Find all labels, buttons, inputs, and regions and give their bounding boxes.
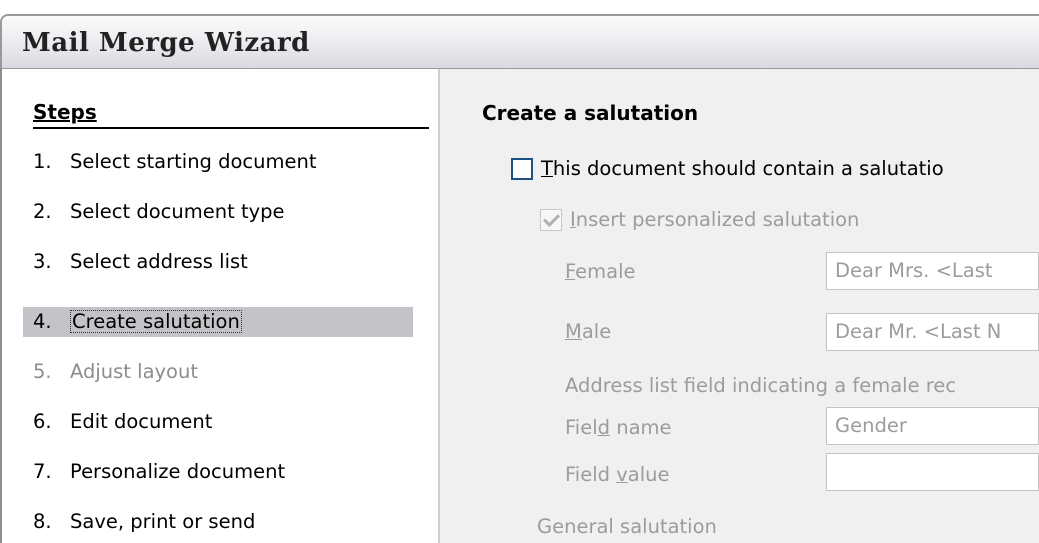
contain-salutation-checkbox[interactable] <box>511 158 533 180</box>
field-name-label: Field name <box>565 416 672 439</box>
step-label: Adjust layout <box>70 360 198 383</box>
step-number: 1. <box>33 150 52 173</box>
step-label: Select starting document <box>70 150 317 173</box>
male-label: Male <box>565 320 612 343</box>
title-bar[interactable]: Mail Merge Wizard <box>0 14 1039 69</box>
step-select-starting-document[interactable]: 1. Select starting document <box>23 147 413 177</box>
step-number: 3. <box>33 250 52 273</box>
step-save-print-send[interactable]: 8. Save, print or send <box>23 507 413 537</box>
field-value-field[interactable] <box>826 453 1039 491</box>
step-edit-document[interactable]: 6. Edit document <box>23 407 413 437</box>
personalized-salutation-checkbox[interactable] <box>540 209 562 231</box>
step-adjust-layout: 5. Adjust layout <box>23 357 413 387</box>
step-number: 7. <box>33 460 52 483</box>
step-personalize-document[interactable]: 7. Personalize document <box>23 457 413 487</box>
general-salutation-label: General salutation <box>537 515 717 538</box>
field-value-label: Field value <box>565 463 670 486</box>
step-number: 4. <box>33 310 52 333</box>
mail-merge-wizard-window: Mail Merge Wizard Steps 1. Select startin… <box>0 0 1039 543</box>
steps-heading: Steps <box>33 99 429 129</box>
steps-panel: Steps 1. Select starting document 2. Selec… <box>2 69 438 543</box>
step-select-document-type[interactable]: 2. Select document type <box>23 197 413 227</box>
step-label: Create salutation <box>70 310 242 333</box>
step-label: Select address list <box>70 250 248 273</box>
step-number: 2. <box>33 200 52 223</box>
window-title: Mail Merge Wizard <box>22 28 310 58</box>
male-salutation-field[interactable]: Dear Mr. <Last N <box>826 313 1039 351</box>
step-label: Personalize document <box>70 460 286 483</box>
step-label: Edit document <box>70 410 213 433</box>
salutation-panel: Create a salutation This document should… <box>440 69 1039 543</box>
female-salutation-field[interactable]: Dear Mrs. <Last <box>826 252 1039 290</box>
step-number: 5. <box>33 360 52 383</box>
step-number: 8. <box>33 510 52 533</box>
step-select-address-list[interactable]: 3. Select address list <box>23 247 413 277</box>
step-label: Save, print or send <box>70 510 256 533</box>
personalized-salutation-label: Insert personalized salutation <box>570 208 860 231</box>
step-label: Select document type <box>70 200 285 223</box>
page-title: Create a salutation <box>482 101 699 125</box>
address-field-label: Address list field indicating a female r… <box>565 374 957 397</box>
field-name-field[interactable]: Gender <box>826 407 1039 445</box>
step-number: 6. <box>33 410 52 433</box>
step-create-salutation[interactable]: 4. Create salutation <box>23 307 413 337</box>
female-label: Female <box>565 260 636 283</box>
contain-salutation-label[interactable]: This document should contain a salutatio <box>541 157 944 181</box>
